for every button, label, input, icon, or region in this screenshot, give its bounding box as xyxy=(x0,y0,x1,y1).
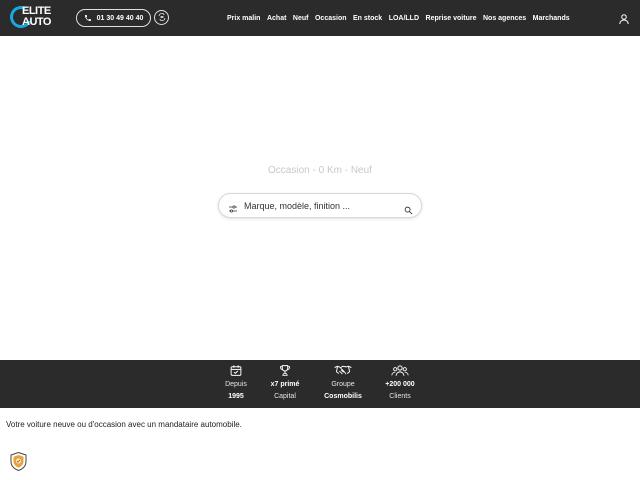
stat-awards-value: x7 primé xyxy=(270,381,300,388)
users-group-icon xyxy=(391,363,409,378)
recycle-car-icon xyxy=(157,9,167,27)
nav-prix-malin[interactable]: Prix malin xyxy=(227,15,260,22)
nav-loa-lld[interactable]: LOA/LLD xyxy=(389,15,419,22)
main-nav: Prix malin Achat Neuf Occasion En stock … xyxy=(227,0,570,36)
trade-in-button[interactable] xyxy=(154,10,169,25)
phone-number: 01 30 49 40 40 xyxy=(96,14,144,22)
filter-sliders-icon[interactable] xyxy=(228,201,238,213)
site-tagline: Votre voiture neuve ou d'occasion avec u… xyxy=(6,420,242,429)
nav-occasion[interactable]: Occasion xyxy=(315,15,347,22)
phone-icon xyxy=(84,14,92,22)
stat-clients-value: +200 000 xyxy=(385,381,415,388)
calendar-check-icon xyxy=(230,363,243,378)
site-header: ELITE AUTO 01 30 49 40 40 Prix malin Ach… xyxy=(0,0,640,36)
trust-badge-icon[interactable] xyxy=(10,451,27,472)
vehicle-search-bar[interactable] xyxy=(218,193,422,218)
nav-reprise-voiture[interactable]: Reprise voiture xyxy=(426,15,477,22)
stat-awards-label: Capital xyxy=(274,393,296,400)
stat-clients-label: Clients xyxy=(389,393,411,400)
search-icon[interactable] xyxy=(404,202,413,215)
nav-nos-agences[interactable]: Nos agences xyxy=(483,15,526,22)
search-input[interactable] xyxy=(244,198,394,214)
logo-text-line2: AUTO xyxy=(22,16,51,28)
handshake-icon xyxy=(334,363,352,378)
nav-en-stock[interactable]: En stock xyxy=(353,15,382,22)
hero-subtitle: Occasion - 0 Km - Neuf xyxy=(268,165,372,176)
nav-marchands[interactable]: Marchands xyxy=(533,15,570,22)
user-account-icon[interactable] xyxy=(618,12,630,25)
elite-auto-logo[interactable]: ELITE AUTO xyxy=(6,2,70,32)
nav-neuf[interactable]: Neuf xyxy=(293,15,309,22)
stat-group: Groupe Cosmobilis xyxy=(313,360,373,408)
trophy-icon xyxy=(279,363,292,378)
stats-band: Depuis 1995 x7 primé Capital Groupe Cosm… xyxy=(0,360,640,408)
stat-group-value: Cosmobilis xyxy=(324,393,362,400)
stat-clients: +200 000 Clients xyxy=(370,360,430,408)
stat-awards: x7 primé Capital xyxy=(255,360,315,408)
phone-button[interactable]: 01 30 49 40 40 xyxy=(76,9,151,27)
nav-achat[interactable]: Achat xyxy=(267,15,286,22)
stat-group-label: Groupe xyxy=(331,381,355,388)
